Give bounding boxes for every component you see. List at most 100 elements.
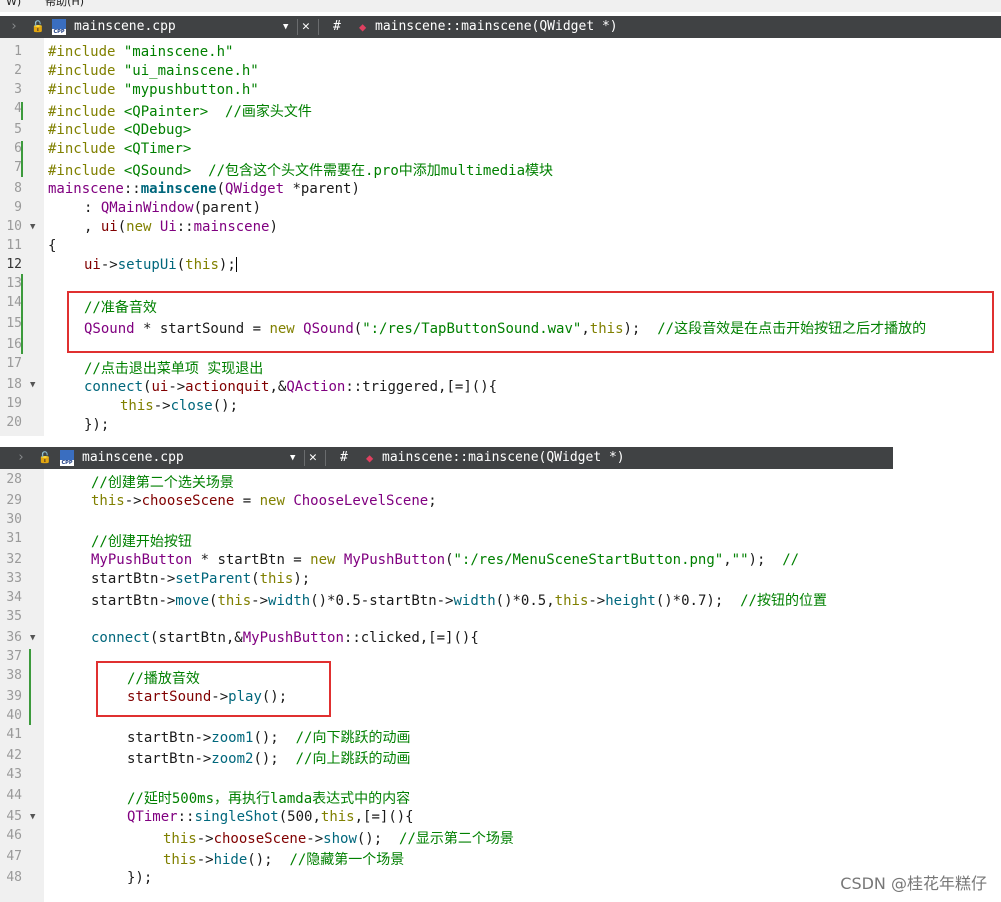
code-line: startBtn->setParent(this);	[91, 571, 311, 587]
line-number: 41	[6, 727, 22, 742]
code-editor-bottom: › 🔓 CPP mainscene.cpp ▼ ✕ # ◆ mainscene:…	[0, 447, 893, 902]
close-icon[interactable]: ✕	[309, 447, 317, 469]
line-number: 31	[6, 531, 22, 546]
line-number: 39	[6, 689, 22, 704]
code-line: #include <QDebug>	[48, 122, 192, 138]
text-cursor	[235, 257, 237, 272]
code-line: QTimer::singleShot(500,this,[=](){	[127, 809, 414, 825]
file-name[interactable]: mainscene.cpp	[82, 447, 184, 469]
line-number: 12	[6, 257, 22, 272]
fold-arrow-icon[interactable]: ▼	[30, 812, 35, 822]
code-line: //创建第二个选关场景	[91, 475, 234, 491]
function-selector[interactable]: mainscene::mainscene(QWidget *)	[382, 447, 625, 469]
change-marker	[21, 274, 23, 354]
menu-item-help[interactable]: 帮助(H)	[45, 0, 84, 8]
line-number: 16	[6, 337, 22, 352]
code-line: MyPushButton * startBtn = new MyPushButt…	[91, 552, 800, 568]
nav-back-icon[interactable]: ›	[10, 16, 18, 38]
code-line: });	[127, 870, 153, 886]
code-line: mainscene::mainscene(QWidget *parent)	[48, 181, 360, 197]
editor-toolbar: › 🔓 CPP mainscene.cpp ▼ ✕ # ◆ mainscene:…	[0, 16, 1001, 38]
code-line: this->chooseScene = new ChooseLevelScene…	[91, 493, 437, 509]
code-line: startBtn->zoom1(); //向下跳跃的动画	[127, 730, 411, 746]
line-number: 43	[6, 767, 22, 782]
line-number: 46	[6, 828, 22, 843]
code-line: //延时500ms，再执行lamda表达式中的内容	[127, 791, 411, 807]
code-line: startBtn->zoom2(); //向上跳跃的动画	[127, 751, 411, 767]
code-line: #include <QSound> //包含这个头文件需要在.pro中添加mul…	[48, 163, 554, 179]
file-dropdown-icon[interactable]: ▼	[290, 447, 295, 469]
cpp-file-icon: CPP	[52, 16, 66, 38]
line-number: 4	[14, 101, 22, 116]
fold-arrow-icon[interactable]: ▼	[30, 633, 35, 643]
code-line: {	[48, 238, 57, 254]
lock-icon: 🔓	[31, 20, 45, 33]
menu-bar: W) 帮助(H)	[0, 0, 1001, 12]
line-number: 1	[14, 44, 22, 59]
line-number: 8	[14, 181, 22, 196]
cpp-file-icon: CPP	[60, 447, 74, 469]
code-editor-top: › 🔓 CPP mainscene.cpp ▼ ✕ # ◆ mainscene:…	[0, 16, 1001, 436]
line-number: 13	[6, 276, 22, 291]
file-dropdown-icon[interactable]: ▼	[283, 16, 288, 38]
code-line: #include <QTimer>	[48, 141, 192, 157]
fold-arrow-icon[interactable]: ▼	[30, 380, 35, 390]
code-line: //创建开始按钮	[91, 534, 192, 550]
function-icon: ◆	[366, 451, 374, 465]
line-number: 2	[14, 63, 22, 78]
function-selector[interactable]: mainscene::mainscene(QWidget *)	[375, 16, 618, 38]
code-line: #include "mainscene.h"	[48, 44, 234, 60]
line-number: 11	[6, 238, 22, 253]
line-number: 36	[6, 630, 22, 645]
line-number: 5	[14, 122, 22, 137]
line-number: 10	[6, 219, 22, 234]
line-number: 19	[6, 396, 22, 411]
code-line: connect(startBtn,&MyPushButton::clicked,…	[91, 630, 479, 646]
code-line: this->close();	[120, 398, 239, 414]
highlight-box	[96, 661, 331, 717]
line-number: 34	[6, 590, 22, 605]
file-name[interactable]: mainscene.cpp	[74, 16, 176, 38]
line-number: 45	[6, 809, 22, 824]
watermark: CSDN @桂花年糕仔	[840, 874, 987, 893]
code-line: #include <QPainter> //画家头文件	[48, 104, 312, 120]
code-line: connect(ui->actionquit,&QAction::trigger…	[84, 379, 498, 395]
line-number: 29	[6, 493, 22, 508]
code-line: : QMainWindow(parent)	[84, 200, 262, 216]
menu-item-window[interactable]: W)	[6, 0, 21, 8]
line-number: 14	[6, 295, 22, 310]
symbol-hash: #	[333, 19, 341, 34]
code-line: this->hide(); //隐藏第一个场景	[163, 852, 405, 868]
line-number-gutter: 1 2 3 4 5 6 7 8 9 10 11 12 13 14 15 16 1…	[0, 38, 44, 436]
highlight-box	[67, 291, 994, 353]
code-line: #include "mypushbutton.h"	[48, 82, 259, 98]
symbol-hash: #	[340, 450, 348, 465]
line-number: 35	[6, 609, 22, 624]
line-number: 6	[14, 141, 22, 156]
code-line: this->chooseScene->show(); //显示第二个场景	[163, 831, 514, 847]
code-line: });	[84, 417, 110, 433]
fold-arrow-icon[interactable]: ▼	[30, 222, 35, 232]
line-number: 30	[6, 512, 22, 527]
code-line: startBtn->move(this->width()*0.5-startBt…	[91, 593, 827, 609]
close-icon[interactable]: ✕	[302, 16, 310, 38]
line-number: 9	[14, 200, 22, 215]
nav-back-icon[interactable]: ›	[17, 447, 25, 469]
change-marker	[21, 102, 23, 120]
function-icon: ◆	[359, 20, 367, 34]
line-number: 20	[6, 415, 22, 430]
line-number: 28	[6, 472, 22, 487]
line-number: 7	[14, 160, 22, 175]
line-number: 15	[6, 316, 22, 331]
line-number: 37	[6, 649, 22, 664]
code-line: //点击退出菜单项 实现退出	[84, 361, 264, 377]
line-number: 47	[6, 849, 22, 864]
change-marker	[21, 141, 23, 177]
line-number: 48	[6, 870, 22, 885]
line-number: 17	[6, 356, 22, 371]
line-number: 32	[6, 552, 22, 567]
change-marker	[29, 649, 31, 725]
line-number: 3	[14, 82, 22, 97]
code-line: , ui(new Ui::mainscene)	[84, 219, 278, 235]
editor-toolbar: › 🔓 CPP mainscene.cpp ▼ ✕ # ◆ mainscene:…	[0, 447, 893, 469]
